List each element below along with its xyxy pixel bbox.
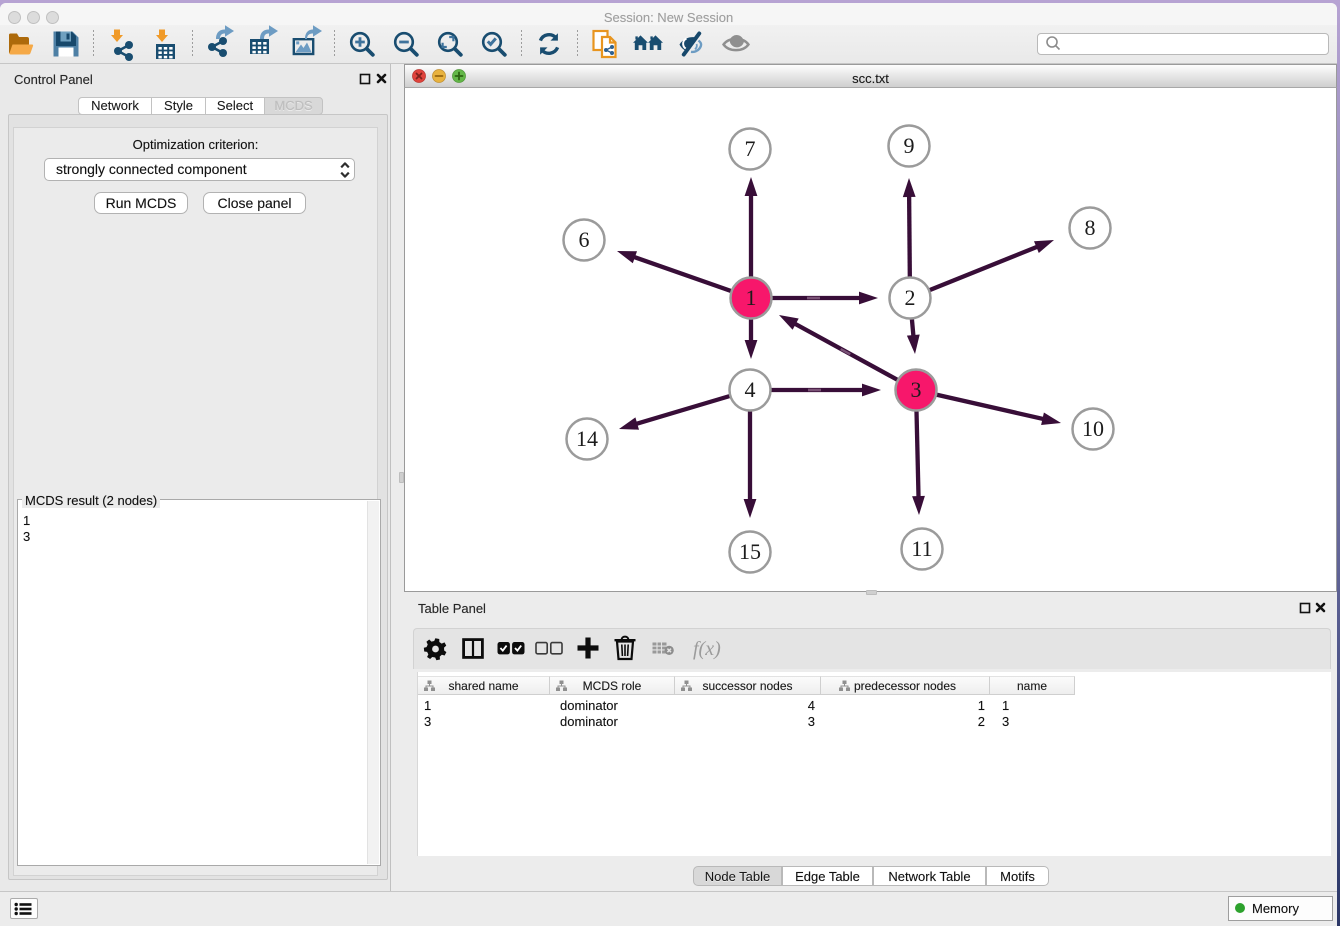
svg-text:15: 15 [739,539,761,564]
svg-text:9: 9 [904,133,915,158]
svg-text:2: 2 [905,285,916,310]
svg-text:3: 3 [911,377,922,402]
svg-text:11: 11 [911,536,932,561]
svg-text:8: 8 [1085,215,1096,240]
svg-text:4: 4 [745,377,756,402]
svg-text:10: 10 [1082,416,1104,441]
svg-text:1: 1 [746,285,757,310]
svg-text:7: 7 [745,136,756,161]
svg-text:f(x): f(x) [693,638,721,660]
svg-text:6: 6 [579,227,590,252]
svg-text:14: 14 [576,426,598,451]
